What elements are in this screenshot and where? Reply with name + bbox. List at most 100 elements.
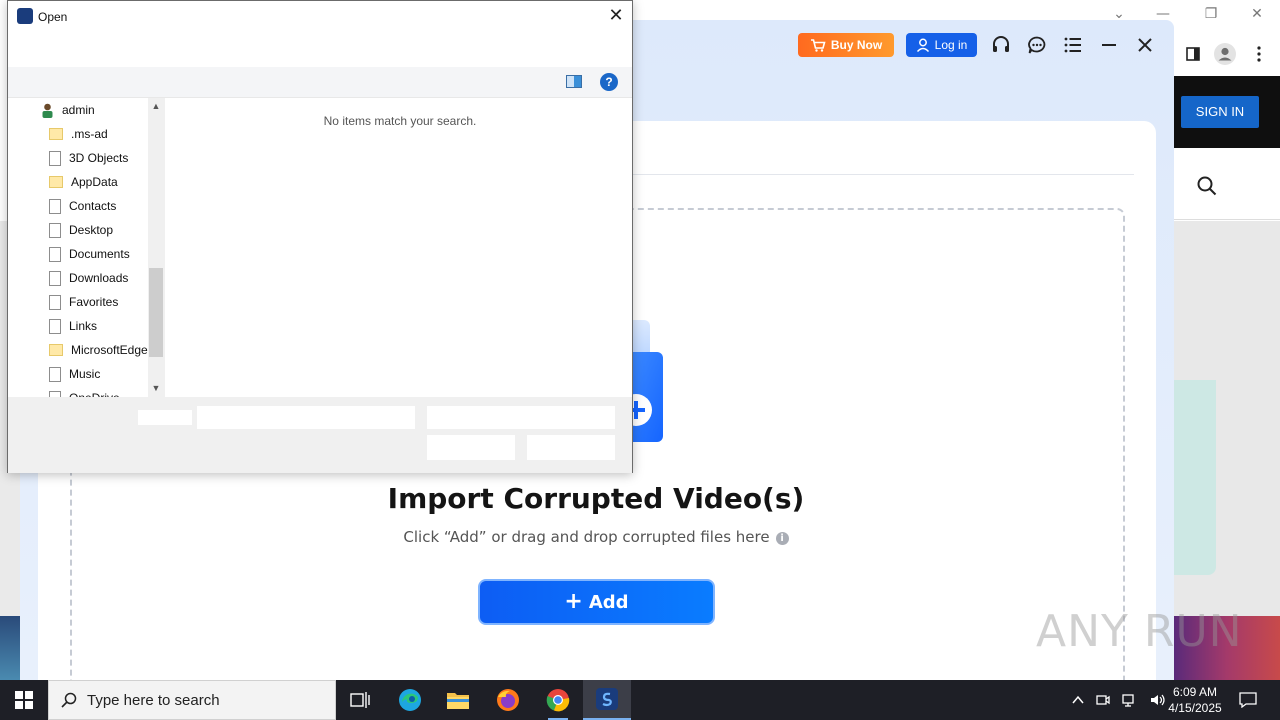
browser-close-button[interactable]: ✕ [1246,4,1268,24]
page-icon [49,318,61,334]
firefox-icon[interactable] [484,680,532,720]
dialog-close-button[interactable]: ✕ [604,5,628,27]
add-files-button[interactable]: + Add [478,579,715,625]
navigation-pane: admin .ms-ad 3D Objects AppData Contacts Desk… [8,98,164,397]
dialog-titlebar: Open ✕ [8,1,632,33]
tree-item-label: Desktop [69,223,114,237]
import-subtitle-text: Click “Add” or drag and drop corrupted f… [403,528,770,546]
taskbar-search-box[interactable]: Type here to search [48,680,336,720]
chrome-icon[interactable] [534,680,582,720]
tree-item-label: Contacts [69,199,117,213]
user-icon [916,38,929,52]
nav-scrollbar[interactable]: ▲ ▼ [148,98,164,397]
scroll-up-arrow-icon[interactable]: ▲ [148,98,164,115]
headset-support-icon[interactable] [990,34,1012,56]
browser-menu-icon[interactable] [1256,45,1262,63]
empty-results-message: No items match your search. [323,114,477,128]
tree-item[interactable]: 3D Objects [8,146,158,170]
page-icon [49,198,61,214]
preview-pane-icon[interactable] [566,75,582,88]
website-signin-button[interactable]: SIGN IN [1181,96,1259,128]
tree-item-label: Downloads [69,271,129,285]
tree-item-label: Links [69,319,98,333]
tree-item[interactable]: Links [8,314,158,338]
windows-logo-icon [15,691,33,709]
edge-browser-icon[interactable] [386,680,434,720]
app-logo-icon [17,8,33,24]
system-tray [1066,680,1166,720]
add-label: Add [588,591,629,613]
browser-restore-button[interactable]: ❐ [1200,4,1222,24]
tree-item[interactable]: admin [8,98,158,122]
taskbar: Type here to search 6:09 AM 4/15/2025 [0,680,1280,720]
dialog-toolbar: ? [8,67,632,98]
browser-toolbar [1174,34,1280,76]
open-button[interactable] [427,435,515,460]
folder-icon [49,176,63,188]
cart-icon [810,39,826,52]
tree-item[interactable]: Music [8,362,158,386]
buy-now-label: Buy Now [830,38,883,52]
tree-item[interactable]: MicrosoftEdge [8,338,158,362]
network-icon[interactable] [1122,693,1138,707]
dialog-footer [8,397,632,473]
page-icon [49,150,61,166]
page-icon [49,222,61,238]
tree-item-label: Documents [69,247,130,261]
website-nav [1174,148,1280,220]
start-button[interactable] [0,680,48,720]
dialog-address-bar[interactable] [8,33,632,67]
tree-item[interactable]: Desktop [8,218,158,242]
help-icon[interactable]: ? [600,73,618,91]
anyrun-watermark: ANY RUN [1036,606,1243,657]
tree-item[interactable]: Documents [8,242,158,266]
plus-icon: + [564,589,583,614]
file-list-pane[interactable]: No items match your search. [164,98,632,397]
sidebar-toggle-icon[interactable] [1186,47,1200,61]
tree-item-label: admin [62,103,95,117]
notification-center-icon[interactable] [1228,680,1268,720]
filename-input[interactable] [197,406,415,429]
task-view-icon[interactable] [336,680,384,720]
tree-item[interactable]: AppData [8,170,158,194]
app-close-icon[interactable] [1134,34,1156,56]
folder-icon [49,344,63,356]
volume-icon[interactable] [1150,693,1166,707]
tree-item[interactable]: Favorites [8,290,158,314]
info-icon[interactable]: i [775,532,789,545]
cancel-button[interactable] [527,435,615,460]
filetype-select[interactable] [427,406,615,429]
user-icon [42,103,53,118]
divider [632,174,1134,175]
app-menu-icon[interactable] [1062,34,1084,56]
tree-item[interactable]: OneDrive [8,386,158,397]
video-repair-app-icon[interactable] [583,680,631,720]
search-placeholder: Type here to search [87,691,220,709]
login-button[interactable]: Log in [906,33,977,57]
taskbar-clock[interactable]: 6:09 AM 4/15/2025 [1166,684,1224,716]
feedback-chat-icon[interactable] [1026,34,1048,56]
profile-avatar-icon[interactable] [1214,43,1236,65]
file-explorer-icon[interactable] [434,680,482,720]
tree-item-label: AppData [71,175,118,189]
website-search-icon[interactable] [1197,176,1217,196]
buy-now-button[interactable]: Buy Now [798,33,894,57]
import-title: Import Corrupted Video(s) [387,482,805,515]
page-icon [49,246,61,262]
open-file-dialog: Open ✕ ? admin .ms-ad 3D Objects AppData Con… [7,0,633,473]
tree-item-label: MicrosoftEdge [71,343,148,357]
page-icon [49,294,61,310]
filename-label [138,410,192,425]
app-minimize-icon[interactable] [1098,34,1120,56]
folder-icon [49,128,63,140]
scroll-down-arrow-icon[interactable]: ▼ [148,380,164,397]
meet-now-icon[interactable] [1096,693,1110,707]
search-icon [61,692,77,708]
tree-item[interactable]: Downloads [8,266,158,290]
scroll-thumb[interactable] [149,268,163,357]
tree-item[interactable]: .ms-ad [8,122,158,146]
tree-item-label: 3D Objects [69,151,129,165]
tree-item[interactable]: Contacts [8,194,158,218]
clock-date: 4/15/2025 [1168,701,1222,715]
chevron-up-icon[interactable] [1072,695,1084,705]
